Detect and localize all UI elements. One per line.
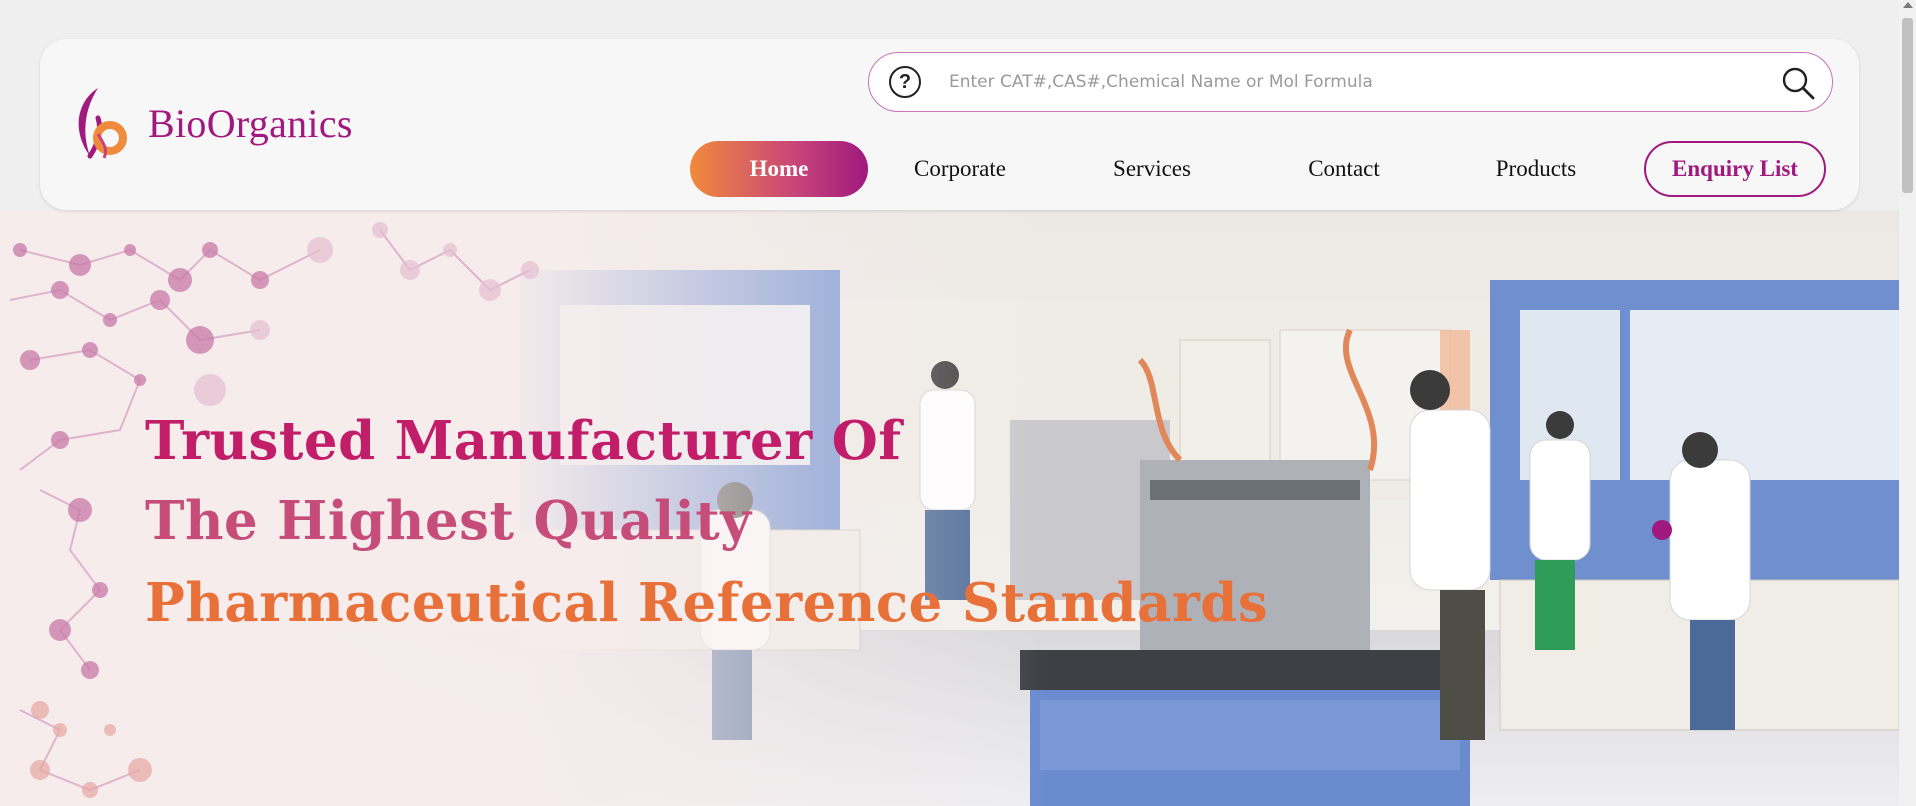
search-icon[interactable] xyxy=(1780,65,1816,101)
scrollbar-thumb[interactable] xyxy=(1902,18,1913,193)
hero-banner: Trusted Manufacturer Of The Highest Qual… xyxy=(0,210,1899,806)
hero-heading-line1: Trusted Manufacturer Of xyxy=(145,410,902,472)
search-input[interactable] xyxy=(949,62,1749,102)
nav-contact[interactable]: Contact xyxy=(1274,141,1414,197)
hero-heading-line3: Pharmaceutical Reference Standards xyxy=(145,572,1269,634)
nav-products[interactable]: Products xyxy=(1466,141,1606,197)
bioorganics-logo-icon xyxy=(78,88,127,159)
slider-dot-indicator[interactable] xyxy=(1652,520,1672,540)
nav-services[interactable]: Services xyxy=(1082,141,1222,197)
vertical-scrollbar[interactable] xyxy=(1899,0,1916,806)
enquiry-list-button[interactable]: Enquiry List xyxy=(1644,141,1826,197)
nav-corporate[interactable]: Corporate xyxy=(890,141,1030,197)
scroll-up-arrow-icon[interactable] xyxy=(1903,2,1913,8)
main-nav: Home Corporate Services Contact Products… xyxy=(690,141,1850,197)
site-header: BioOrganics ? Home Corporate Services Co… xyxy=(40,39,1859,210)
nav-home[interactable]: Home xyxy=(690,141,868,197)
search-bar: ? xyxy=(868,52,1833,112)
hero-heading-line2: The Highest Quality xyxy=(145,490,752,552)
brand-name: BioOrganics xyxy=(148,100,353,146)
question-circle-icon[interactable]: ? xyxy=(889,66,921,98)
brand-logo[interactable]: BioOrganics xyxy=(68,84,353,162)
